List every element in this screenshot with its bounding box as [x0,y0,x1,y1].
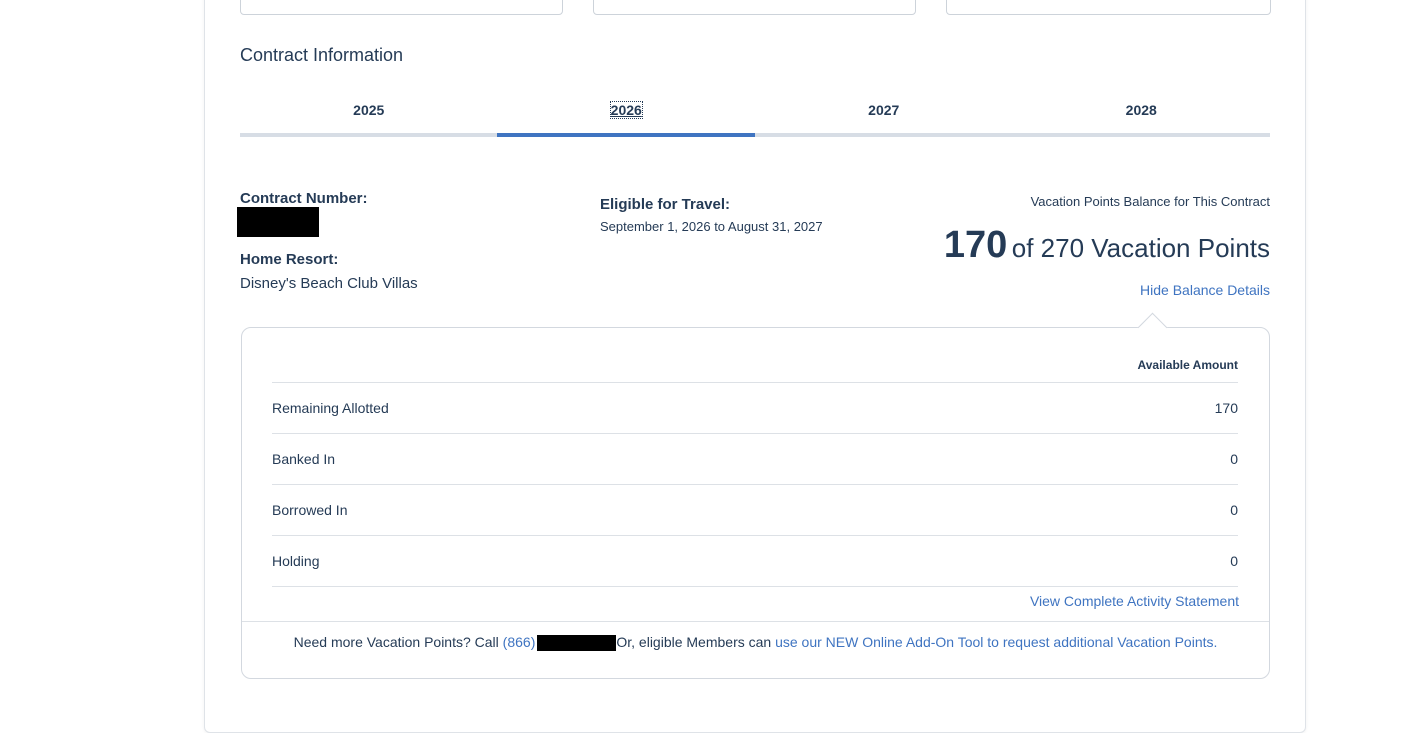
row-label: Holding [272,553,320,569]
balance-current: 170 [943,224,1008,266]
balance-details-panel: Available Amount Remaining Allotted 170 … [241,312,1270,679]
table-row: Holding 0 [272,536,1238,587]
home-resort-label: Home Resort: [240,251,339,268]
tab-track [240,133,1270,137]
row-value: 0 [1230,553,1238,569]
footer-middle: Or, eligible Members can [616,634,776,650]
hide-balance-details-link[interactable]: Hide Balance Details [1140,282,1270,298]
eligible-travel-dates: September 1, 2026 to August 31, 2027 [600,219,823,234]
tab-active-indicator [497,133,755,137]
balance-total: 170 of 270 Vacation Points [944,224,1270,267]
row-value: 170 [1214,400,1238,416]
eligible-travel-label: Eligible for Travel: [600,196,731,213]
year-tabs: 2025 2026 2027 2028 [240,96,1270,138]
home-resort-block: Home Resort: Disney's Beach Club Villas [240,251,418,292]
home-resort-value: Disney's Beach Club Villas [240,275,418,292]
tab-2026[interactable]: 2026 [498,96,756,134]
tab-2027[interactable]: 2027 [755,96,1013,134]
summary-box-1 [240,0,563,15]
row-label: Borrowed In [272,502,348,518]
row-value: 0 [1230,502,1238,518]
section-title: Contract Information [240,45,404,65]
balance-table: Available Amount Remaining Allotted 170 … [272,358,1238,587]
footer-prefix: Need more Vacation Points? Call [293,634,503,650]
contract-number-redacted [237,207,319,237]
row-value: 0 [1230,451,1238,467]
summary-box-3 [946,0,1271,15]
contract-number-label: Contract Number: [240,190,368,207]
balance-of-total: of 270 Vacation Points [1011,233,1270,263]
row-label: Banked In [272,451,336,467]
more-points-footer: Need more Vacation Points? Call (866) Or,… [242,621,1269,679]
phone-redacted [537,635,617,652]
table-row: Banked In 0 [272,434,1238,485]
balance-caption: Vacation Points Balance for This Contrac… [1030,194,1270,209]
phone-link[interactable]: (866) [503,634,536,650]
eligible-travel-block: Eligible for Travel: September 1, 2026 t… [600,196,823,234]
tab-2025[interactable]: 2025 [240,96,498,134]
table-row: Borrowed In 0 [272,485,1238,536]
tab-2028[interactable]: 2028 [1013,96,1271,134]
summary-box-2 [593,0,916,15]
addon-tool-link[interactable]: use our NEW Online Add-On Tool to reques… [775,634,1217,650]
contract-number-block: Contract Number: [237,190,368,240]
row-label: Remaining Allotted [272,400,389,416]
table-row: Remaining Allotted 170 [272,383,1238,434]
activity-statement-link[interactable]: View Complete Activity Statement [1030,593,1239,609]
column-header-available-amount: Available Amount [272,358,1238,383]
